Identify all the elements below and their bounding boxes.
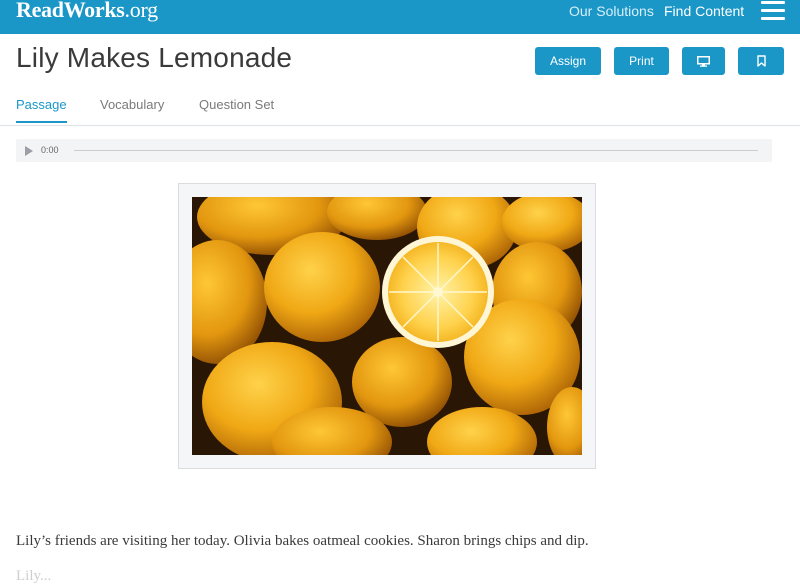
- active-tab-indicator: [16, 121, 67, 123]
- present-button[interactable]: [682, 47, 725, 75]
- hamburger-icon[interactable]: [761, 1, 785, 21]
- nav-find-content[interactable]: Find Content: [664, 3, 744, 19]
- passage-image: [192, 197, 582, 455]
- tab-bar: Passage Vocabulary Question Set: [0, 97, 800, 126]
- assign-button[interactable]: Assign: [535, 47, 601, 75]
- passage-continued: Lily...: [16, 568, 52, 584]
- passage-image-frame: [178, 183, 596, 469]
- bookmark-button[interactable]: [738, 47, 784, 75]
- play-icon[interactable]: [25, 146, 33, 156]
- bookmark-icon: [756, 55, 766, 67]
- monitor-icon: [697, 55, 710, 67]
- tab-question-set[interactable]: Question Set: [199, 97, 274, 112]
- audio-progress-track[interactable]: [74, 150, 758, 151]
- page-title: Lily Makes Lemonade: [16, 42, 293, 73]
- passage-paragraph: Lily’s friends are visiting her today. O…: [16, 533, 589, 549]
- tab-passage[interactable]: Passage: [16, 97, 67, 112]
- audio-time: 0:00: [41, 145, 59, 155]
- print-button[interactable]: Print: [614, 47, 669, 75]
- readworks-logo[interactable]: ReadWorks.org: [16, 0, 158, 23]
- tab-vocabulary[interactable]: Vocabulary: [100, 97, 164, 112]
- top-nav: ReadWorks.org Our Solutions Find Content: [0, 0, 800, 34]
- audio-player: 0:00: [16, 139, 772, 162]
- nav-our-solutions[interactable]: Our Solutions: [569, 3, 654, 19]
